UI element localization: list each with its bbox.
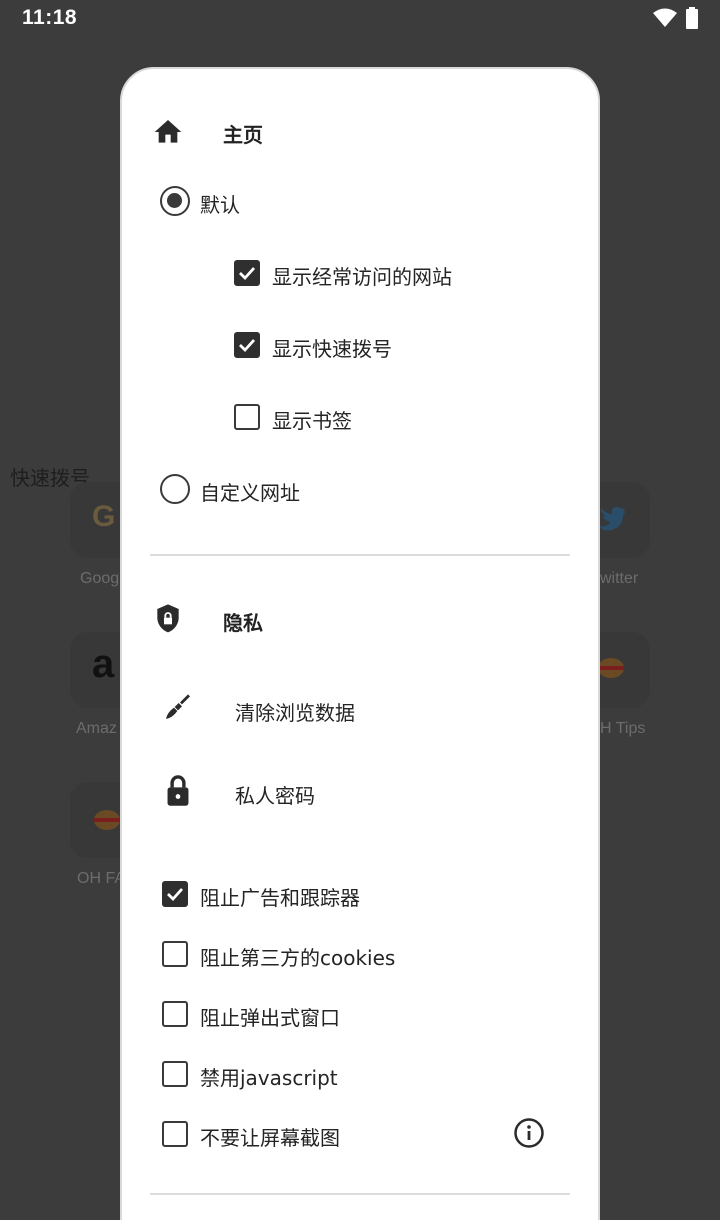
check-icon	[239, 267, 256, 281]
default-homepage-radio[interactable]	[160, 186, 190, 216]
clear-browsing-data-label: 清除浏览数据	[235, 701, 355, 725]
home-icon	[152, 116, 184, 148]
google-tile-label: Goog	[80, 570, 120, 587]
twitter-icon	[598, 507, 626, 531]
oh-faq-icon	[94, 810, 120, 830]
oh-tips-icon	[598, 658, 624, 678]
oh-faq-tile-label: OH FA	[77, 870, 126, 887]
wifi-icon	[652, 8, 678, 32]
private-password-label: 私人密码	[235, 784, 315, 808]
oh-tips-tile-label: H Tips	[600, 720, 646, 737]
check-icon	[239, 339, 256, 353]
show-frequent-sites-label[interactable]: 显示经常访问的网站	[272, 261, 452, 290]
battery-icon	[686, 7, 698, 33]
show-speed-dial-checkbox[interactable]	[234, 332, 260, 358]
check-icon	[167, 888, 184, 902]
shield-lock-icon	[152, 603, 184, 635]
section-divider-bottom	[150, 1193, 570, 1195]
status-bar: 11:18	[0, 0, 720, 36]
show-frequent-sites-checkbox[interactable]	[234, 260, 260, 286]
disable-javascript-checkbox[interactable]	[162, 1061, 188, 1087]
homepage-section-title: 主页	[223, 123, 263, 147]
block-third-party-cookies-label[interactable]: 阻止第三方的cookies	[200, 942, 395, 971]
block-ads-trackers-checkbox[interactable]	[162, 881, 188, 907]
lock-icon	[162, 773, 194, 811]
disallow-screenshots-label[interactable]: 不要让屏幕截图	[200, 1122, 340, 1151]
info-icon[interactable]	[513, 1117, 545, 1153]
show-bookmarks-checkbox[interactable]	[234, 404, 260, 430]
custom-url-radio[interactable]	[160, 474, 190, 504]
status-time: 11:18	[22, 6, 78, 29]
google-icon: G	[92, 500, 116, 533]
privacy-section-title: 隐私	[223, 611, 263, 635]
broom-icon	[162, 691, 194, 727]
show-speed-dial-label[interactable]: 显示快速拨号	[272, 333, 392, 362]
private-password-row[interactable]: 私人密码	[122, 753, 598, 825]
twitter-tile-label: witter	[600, 570, 639, 587]
disable-javascript-label[interactable]: 禁用javascript	[200, 1062, 338, 1091]
block-popups-checkbox[interactable]	[162, 1001, 188, 1027]
clear-browsing-data-row[interactable]: 清除浏览数据	[122, 669, 598, 741]
section-divider	[150, 554, 570, 556]
block-third-party-cookies-checkbox[interactable]	[162, 941, 188, 967]
custom-url-label[interactable]: 自定义网址	[200, 477, 300, 506]
block-popups-label[interactable]: 阻止弹出式窗口	[200, 1002, 340, 1031]
block-ads-trackers-label[interactable]: 阻止广告和跟踪器	[200, 882, 360, 911]
default-homepage-label[interactable]: 默认	[200, 189, 240, 218]
settings-dialog: 主页 默认 显示经常访问的网站 显示快速拨号 显示书签 自定义网址 隐私 清除浏…	[120, 67, 600, 1220]
disallow-screenshots-checkbox[interactable]	[162, 1121, 188, 1147]
amazon-icon: a	[92, 642, 115, 686]
show-bookmarks-label[interactable]: 显示书签	[272, 405, 352, 434]
amazon-tile-label: Amaz	[76, 720, 117, 737]
